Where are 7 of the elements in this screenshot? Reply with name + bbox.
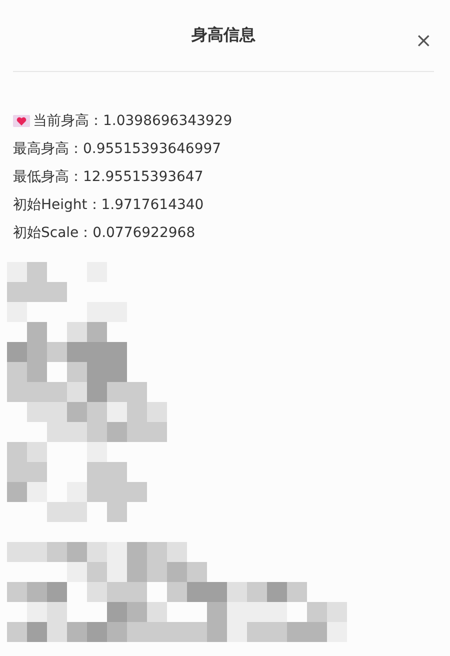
info-text: 最高身高：0.95515393646997: [13, 140, 222, 159]
info-text: 初始Height：1.9717614340: [13, 196, 204, 215]
info-text: 最低身高：12.95515393647: [13, 168, 204, 187]
dialog-title: 身高信息: [192, 25, 256, 46]
info-text: 当前身高：1.0398696343929: [33, 112, 232, 131]
close-button[interactable]: ×: [413, 30, 434, 50]
info-text: 初始Scale：0.0776922968: [13, 224, 196, 243]
